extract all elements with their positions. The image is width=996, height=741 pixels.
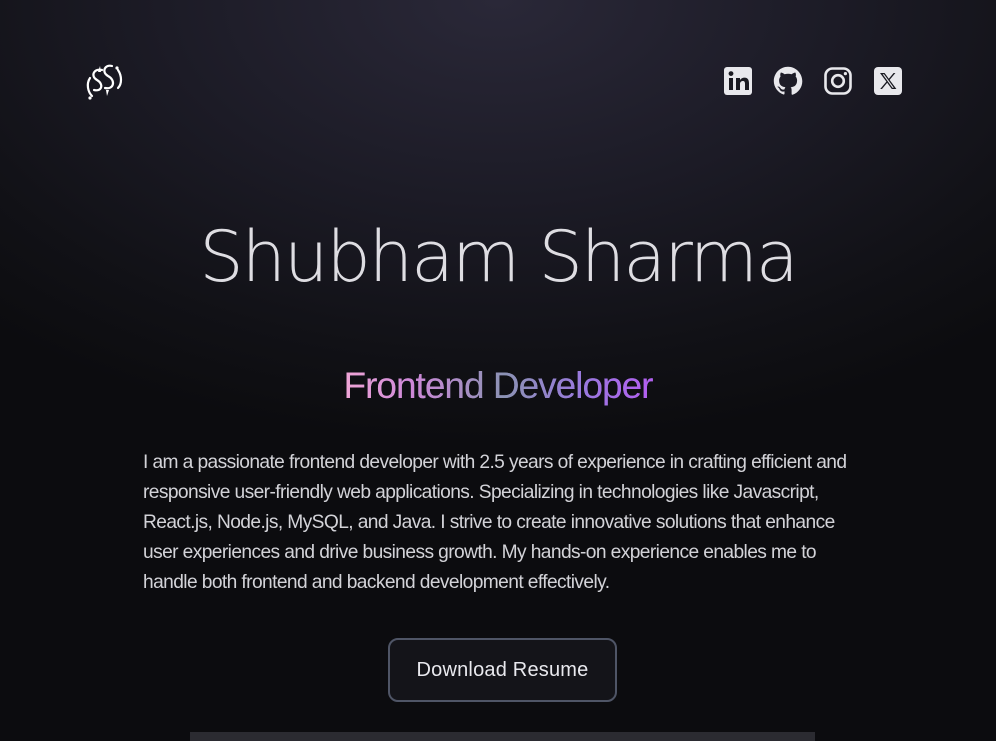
hero-role: Frontend Developer [0,362,996,410]
linkedin-icon [724,67,752,95]
section-preview [190,732,815,741]
linkedin-link[interactable] [722,65,754,97]
hero-role-text: Frontend Developer [343,362,653,410]
x-icon [874,67,902,95]
github-link[interactable] [772,65,804,97]
github-icon [773,66,803,95]
hero-name: Shubham Sharma [199,216,799,298]
site-logo[interactable] [80,58,128,108]
social-links [722,65,904,97]
x-link[interactable] [872,65,904,97]
instagram-link[interactable] [822,65,854,97]
instagram-icon [824,67,852,95]
download-resume-button[interactable]: Download Resume [388,638,617,702]
ss-monogram-icon [86,64,123,100]
hero-bio: I am a passionate frontend developer wit… [143,452,847,593]
